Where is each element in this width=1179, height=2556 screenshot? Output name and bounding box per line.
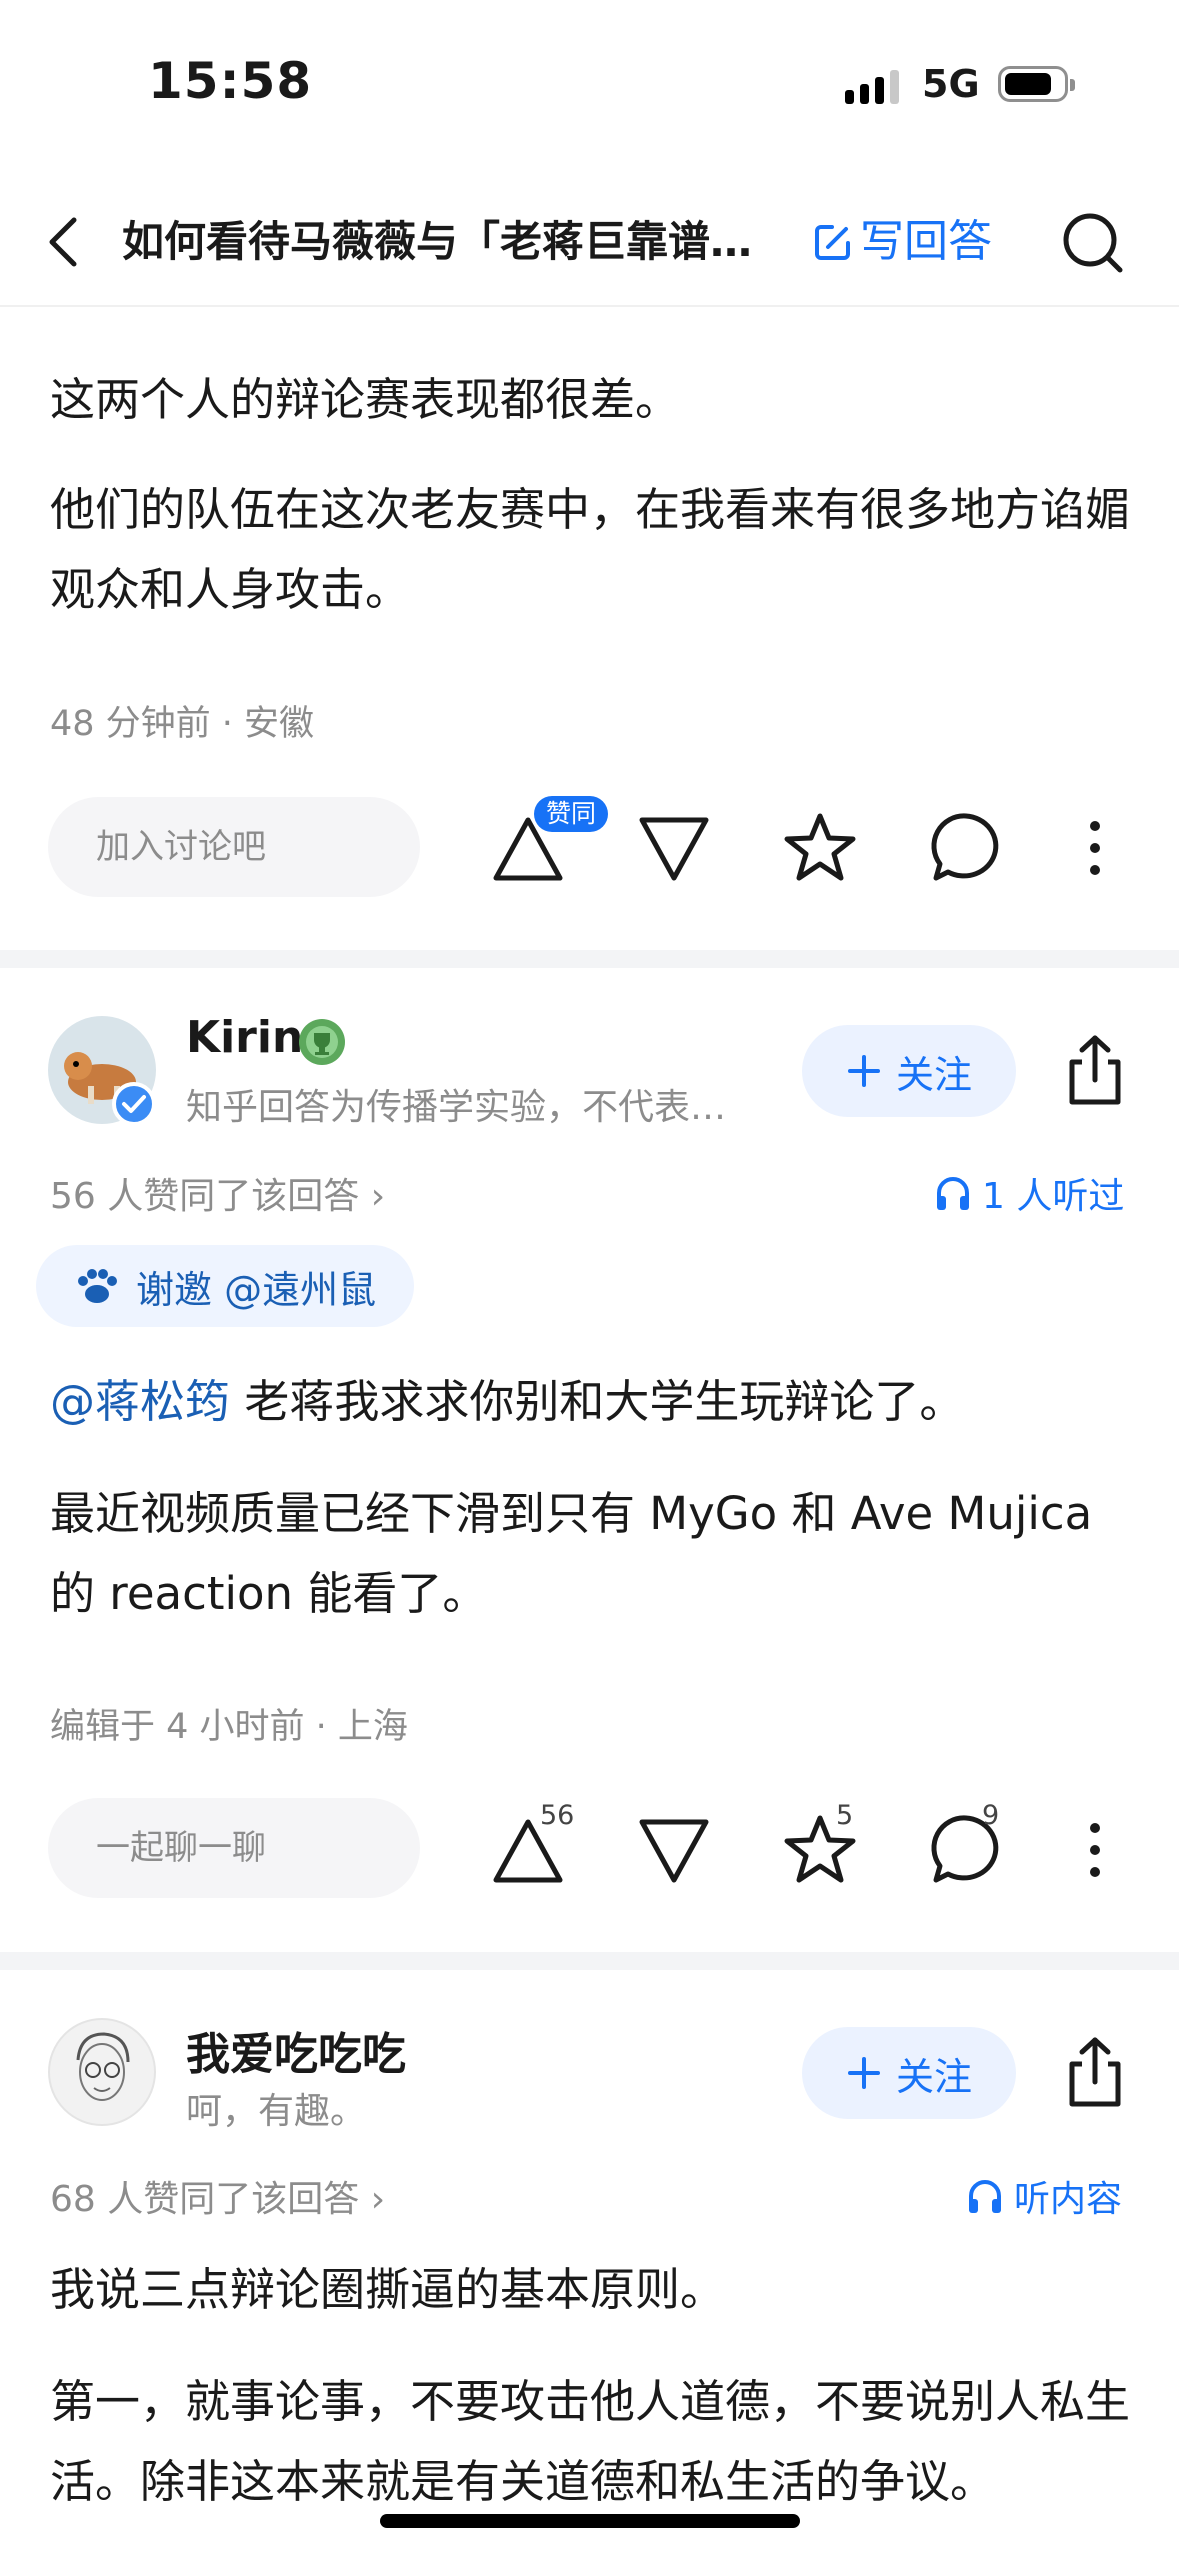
answer3-avatar[interactable] xyxy=(48,2018,156,2126)
answer1-downvote-icon[interactable] xyxy=(634,808,714,888)
answer3-listen-button[interactable]: 听内容 xyxy=(966,2170,1122,2222)
search-icon[interactable] xyxy=(1060,210,1126,276)
answer-separator xyxy=(0,950,1179,968)
answer2-follow-label: 关注 xyxy=(895,1052,972,1097)
invite-tag[interactable]: 谢邀 @遠州鼠 xyxy=(36,1245,415,1327)
answer2-downvote-icon[interactable] xyxy=(634,1810,714,1890)
answer3-author-name[interactable]: 我爱吃吃吃 xyxy=(186,2018,406,2082)
home-indicator[interactable] xyxy=(380,2514,800,2528)
answer2-upvote-summary[interactable]: 56 人赞同了该回答 › xyxy=(50,1167,385,1219)
edit-icon xyxy=(815,225,850,260)
network-type: 5G xyxy=(922,62,980,106)
answer3-follow-label: 关注 xyxy=(895,2054,972,2099)
answer1-more-icon[interactable] xyxy=(1088,818,1102,878)
paw-icon xyxy=(78,1269,117,1303)
answer1-upvote-badge: 赞同 xyxy=(534,796,609,832)
answer2-author-name[interactable]: Kirin xyxy=(186,1012,303,1063)
back-icon[interactable] xyxy=(40,212,90,272)
plus-icon xyxy=(847,2057,880,2089)
answer2-upvote-count: 56 xyxy=(540,1800,575,1831)
answer3-listen-label: 听内容 xyxy=(1014,2179,1123,2220)
question-title[interactable]: 如何看待马薇薇与「老蒋巨靠谱… xyxy=(122,212,792,272)
answer2-more-icon[interactable] xyxy=(1088,1820,1102,1880)
headphones-icon xyxy=(937,1177,969,1210)
battery-icon xyxy=(998,66,1075,102)
answer1-favorite-icon[interactable] xyxy=(780,808,860,888)
answer2-listen-label: 1 人听过 xyxy=(982,1176,1125,1217)
answer2-paragraph-2: 最近视频质量已经下滑到只有 MyGo 和 Ave Mujica 的 reacti… xyxy=(50,1487,1093,1620)
achievement-badge-icon xyxy=(299,1019,345,1065)
answer1-paragraph-2: 他们的队伍在这次老友赛中，在我看来有很多地方谄媚观众和人身攻击。 xyxy=(50,483,1131,616)
answer2-comment-input[interactable]: 一起聊一聊 xyxy=(48,1798,420,1898)
answer1-meta: 48 分钟前 · 安徽 xyxy=(50,704,315,744)
answer2-comment-count: 9 xyxy=(982,1800,1000,1831)
answer3-follow-button[interactable]: 关注 xyxy=(802,2027,1016,2119)
plus-icon xyxy=(847,1055,880,1087)
answer2-author-bio: 知乎回答为传播学实验，不代表… xyxy=(186,1087,727,1128)
answer3-share-icon[interactable] xyxy=(1060,2034,1130,2110)
answer1-paragraph-1: 这两个人的辩论赛表现都很差。 xyxy=(50,373,681,426)
answer3-author-bio: 呵，有趣。 xyxy=(186,2091,367,2132)
user-mention-link[interactable]: @蒋松筠 xyxy=(50,1375,230,1428)
write-answer-button[interactable]: 写回答 xyxy=(812,212,992,272)
nav-divider xyxy=(0,305,1179,307)
sketch-avatar-icon xyxy=(76,2032,130,2101)
answer-separator xyxy=(0,1952,1179,1970)
answer2-meta: 编辑于 4 小时前 · 上海 xyxy=(50,1707,408,1747)
answer3-upvote-summary[interactable]: 68 人赞同了该回答 › xyxy=(50,2170,385,2222)
answer2-favorite-count: 5 xyxy=(836,1800,854,1831)
signal-icon xyxy=(845,70,899,104)
answer2-paragraph-1: @蒋松筠 老蒋我求求你别和大学生玩辩论了。 xyxy=(50,1362,1140,1442)
answer2-paragraph-1-text: 老蒋我求求你别和大学生玩辩论了。 xyxy=(230,1375,965,1428)
answer2-follow-button[interactable]: 关注 xyxy=(802,1025,1016,1117)
headphones-icon xyxy=(969,2180,1001,2213)
answer2-share-icon[interactable] xyxy=(1060,1032,1130,1108)
answer1-comment-input[interactable]: 加入讨论吧 xyxy=(48,797,420,897)
answer3-paragraph-1: 我说三点辩论圈撕逼的基本原则。 xyxy=(50,2263,726,2316)
write-answer-label: 写回答 xyxy=(860,216,992,267)
answer2-listen-button[interactable]: 1 人听过 xyxy=(934,1167,1124,1219)
invite-label: 谢邀 @遠州鼠 xyxy=(136,1267,377,1312)
status-time: 15:58 xyxy=(148,52,313,110)
verified-badge-icon xyxy=(112,1082,156,1126)
answer1-comment-icon[interactable] xyxy=(926,808,1006,888)
